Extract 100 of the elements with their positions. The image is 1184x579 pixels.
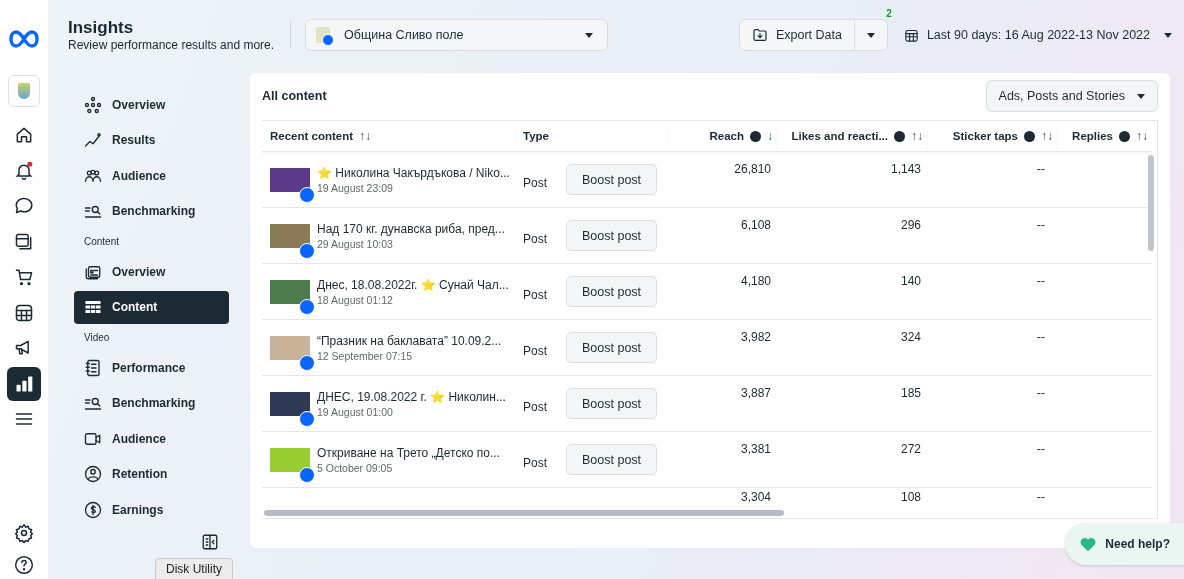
post-date: 5 October 09:05: [317, 461, 394, 474]
download-folder-icon: [751, 27, 768, 43]
user-check-icon: [84, 465, 102, 483]
section-heading: Content: [84, 236, 121, 249]
count-badge: 2: [880, 5, 897, 21]
post-title[interactable]: Днес, 18.08.2022г. ⭐ Сунай Чал...: [317, 277, 509, 292]
type-cell: Post: [523, 455, 547, 470]
likes-cell: 1,143: [890, 162, 921, 176]
photo-placeholder: [270, 223, 310, 248]
trend-line-icon: [84, 131, 102, 149]
reach-cell: 6,108: [740, 218, 771, 232]
export-data-button[interactable]: Export Data: [738, 19, 855, 51]
boost-post-button[interactable]: Boost post: [566, 220, 658, 251]
column-header[interactable]: Reach: [709, 130, 744, 142]
photo-placeholder: [270, 279, 310, 304]
sticker-taps-cell: --: [1037, 442, 1045, 456]
column-header[interactable]: Recent content: [270, 130, 354, 142]
boost-post-button[interactable]: Boost post: [566, 164, 658, 195]
post-title[interactable]: ⭐ Николина Чакърдъкова / Niko...: [317, 165, 510, 180]
photo-placeholder: [270, 447, 310, 472]
help-icon: [14, 555, 34, 575]
page-title: Insights: [68, 18, 135, 38]
sticker-taps-cell: --: [1037, 490, 1045, 504]
boost-post-button[interactable]: Boost post: [566, 332, 658, 363]
caret-icon: [585, 32, 594, 38]
sidebar-item[interactable]: Retention: [74, 457, 229, 491]
photo-placeholder: [270, 391, 310, 416]
type-cell: Post: [523, 287, 547, 302]
page-subtitle: Review performance results and more.: [68, 38, 275, 52]
horizontal-scrollbar[interactable]: [264, 510, 784, 516]
boost-post-button[interactable]: Boost post: [566, 444, 658, 475]
boost-post-button[interactable]: Boost post: [566, 388, 658, 419]
post-title[interactable]: “Празник на баклавата” 10.09.2...: [317, 333, 502, 348]
sidebar-item[interactable]: Audience: [74, 422, 229, 455]
type-cell: Post: [523, 175, 547, 190]
boost-post-button[interactable]: Boost post: [566, 276, 658, 307]
heart-icon: [1079, 536, 1098, 552]
sidebar-item[interactable]: Overview: [74, 255, 229, 288]
collapse-panel-icon: [201, 533, 219, 551]
bar-chart-icon[interactable]: [7, 366, 41, 401]
section-title: All content: [262, 89, 328, 103]
reach-cell: 4,180: [740, 274, 771, 288]
sidebar-item[interactable]: Results: [74, 123, 229, 157]
reach-cell: 3,982: [740, 330, 771, 344]
reach-cell: 26,810: [734, 162, 771, 176]
post-title[interactable]: Откриване на Трето „Детско по...: [317, 445, 500, 460]
reach-cell: 3,304: [740, 490, 771, 504]
page-selector[interactable]: Община Сливо поле: [305, 19, 609, 51]
sticker-taps-cell: --: [1037, 218, 1045, 232]
column-header[interactable]: Replies: [1072, 130, 1113, 142]
sidebar-item[interactable]: Benchmarking: [74, 386, 229, 420]
type-cell: Post: [523, 399, 547, 414]
post-date: 18 August 01:12: [317, 293, 394, 306]
sticker-taps-cell: --: [1037, 274, 1045, 288]
sticker-taps-cell: --: [1037, 386, 1045, 400]
likes-cell: 324: [900, 330, 921, 344]
likes-cell: 185: [900, 386, 921, 400]
notebook-icon: [84, 358, 102, 377]
content-filter-dropdown[interactable]: Ads, Posts and Stories: [985, 80, 1158, 112]
sidebar-item[interactable]: Benchmarking: [74, 194, 229, 228]
sidebar-item[interactable]: Performance: [74, 351, 229, 384]
table-icon: [84, 298, 102, 316]
sort-icon[interactable]: ↓: [767, 129, 773, 143]
column-header[interactable]: Type: [523, 130, 549, 142]
sticker-taps-cell: --: [1037, 330, 1045, 344]
post-date: 19 August 01:00: [317, 405, 394, 418]
sort-icon[interactable]: ↑↓: [1041, 129, 1053, 143]
post-date: 12 September 07:15: [317, 349, 414, 362]
post-date: 29 August 10:03: [317, 237, 394, 250]
post-title[interactable]: ДНЕС, 19.08.2022 г. ⭐ Николин...: [317, 389, 506, 404]
vertical-scrollbar[interactable]: [1148, 155, 1154, 251]
post-date: 19 August 23:09: [317, 181, 394, 194]
settings-icon: [14, 523, 34, 543]
likes-cell: 108: [900, 490, 921, 504]
sidebar-item[interactable]: Overview: [74, 88, 229, 121]
date-range-picker[interactable]: Last 90 days: 16 Aug 2022-13 Nov 2022: [903, 27, 1172, 43]
type-cell: Post: [523, 343, 547, 358]
infinity-logo-icon[interactable]: [7, 28, 41, 50]
dollar-circle-icon: [84, 500, 102, 519]
reach-cell: 3,381: [740, 442, 771, 456]
need-help-button[interactable]: Need help?: [1065, 523, 1184, 565]
photo-placeholder: [270, 335, 310, 360]
sidebar-item[interactable]: Earnings: [74, 493, 229, 526]
sticker-taps-cell: --: [1037, 162, 1045, 176]
tooltip: Disk Utility: [155, 558, 233, 579]
sort-icon[interactable]: ↑↓: [359, 129, 372, 143]
likes-cell: 272: [900, 442, 921, 456]
sort-icon[interactable]: ↑↓: [911, 129, 923, 143]
reach-cell: 3,887: [740, 386, 771, 400]
calendar-icon: [903, 27, 919, 43]
likes-cell: 296: [900, 218, 921, 232]
sidebar-item[interactable]: Audience: [74, 159, 229, 192]
column-header[interactable]: Likes and reacti...: [791, 130, 888, 142]
column-header[interactable]: Sticker taps: [952, 130, 1018, 142]
section-heading: Video: [84, 332, 111, 345]
sidebar-item[interactable]: Content: [74, 290, 229, 324]
likes-cell: 140: [900, 274, 921, 288]
network-nodes-icon: [84, 95, 102, 114]
sort-icon[interactable]: ↑↓: [1136, 129, 1148, 143]
post-title[interactable]: Над 170 кг. дунавска риба, пред...: [317, 221, 505, 236]
